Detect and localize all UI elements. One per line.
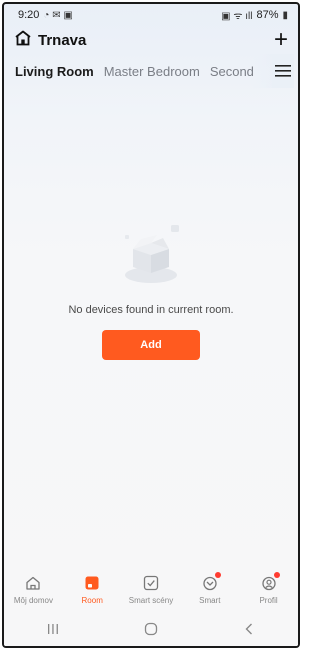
smart-icon	[202, 572, 221, 594]
tab-master-bedroom[interactable]: Master Bedroom	[104, 64, 200, 79]
nav-profile[interactable]: Profil	[241, 572, 297, 605]
room-tabs: Living Room Master Bedroom Second	[4, 54, 298, 88]
nav-smart-scenes[interactable]: Smart scény	[123, 572, 179, 605]
nav-my-home[interactable]: Môj domov	[5, 572, 61, 605]
header: Trnava +	[4, 26, 298, 54]
room-icon	[84, 572, 100, 594]
nav-room[interactable]: Room	[64, 572, 120, 605]
empty-message: No devices found in current room.	[68, 304, 234, 316]
app-frame: 9:20 ◔ ✉ ▣ ▣ ᯤ ıll 87% ▮ Trnava + Living…	[2, 2, 300, 648]
notification-badge	[214, 572, 221, 578]
battery-percent: 87%	[256, 9, 279, 21]
profile-icon	[261, 572, 280, 594]
home-selector[interactable]: Trnava	[14, 30, 86, 51]
recent-apps-icon[interactable]	[28, 622, 78, 640]
tab-living-room[interactable]: Living Room	[15, 64, 94, 79]
empty-box-icon	[4, 219, 298, 292]
empty-state: No devices found in current room. Add	[4, 219, 298, 360]
signal-icons: ▣ ᯤ ıll	[221, 11, 253, 22]
nav-label: Profil	[259, 596, 278, 605]
status-bar: 9:20 ◔ ✉ ▣ ▣ ᯤ ıll 87% ▮	[4, 4, 298, 26]
system-nav-bar	[4, 616, 298, 646]
nav-smart[interactable]: Smart	[182, 572, 238, 605]
add-device-button[interactable]: +	[274, 28, 288, 52]
nav-label: Room	[81, 596, 103, 605]
home-button-icon[interactable]	[126, 622, 176, 641]
nav-label: Môj domov	[13, 596, 53, 605]
scene-check-icon	[143, 572, 159, 594]
status-time: 9:20	[18, 9, 40, 21]
nav-label: Smart	[199, 596, 221, 605]
battery-icon: ▮	[282, 9, 288, 21]
notification-icons: ◔ ✉ ▣	[43, 9, 73, 21]
tab-second[interactable]: Second	[210, 64, 254, 79]
home-icon	[25, 572, 41, 594]
add-button[interactable]: Add	[102, 330, 200, 360]
bottom-nav: Môj domov Room Smart scény Smart Profil	[4, 568, 298, 616]
room-menu-icon[interactable]	[272, 54, 294, 88]
home-name: Trnava	[38, 31, 87, 49]
back-icon[interactable]	[224, 622, 274, 641]
notification-badge	[273, 572, 280, 578]
home-icon	[14, 30, 32, 51]
nav-label: Smart scény	[128, 596, 174, 605]
